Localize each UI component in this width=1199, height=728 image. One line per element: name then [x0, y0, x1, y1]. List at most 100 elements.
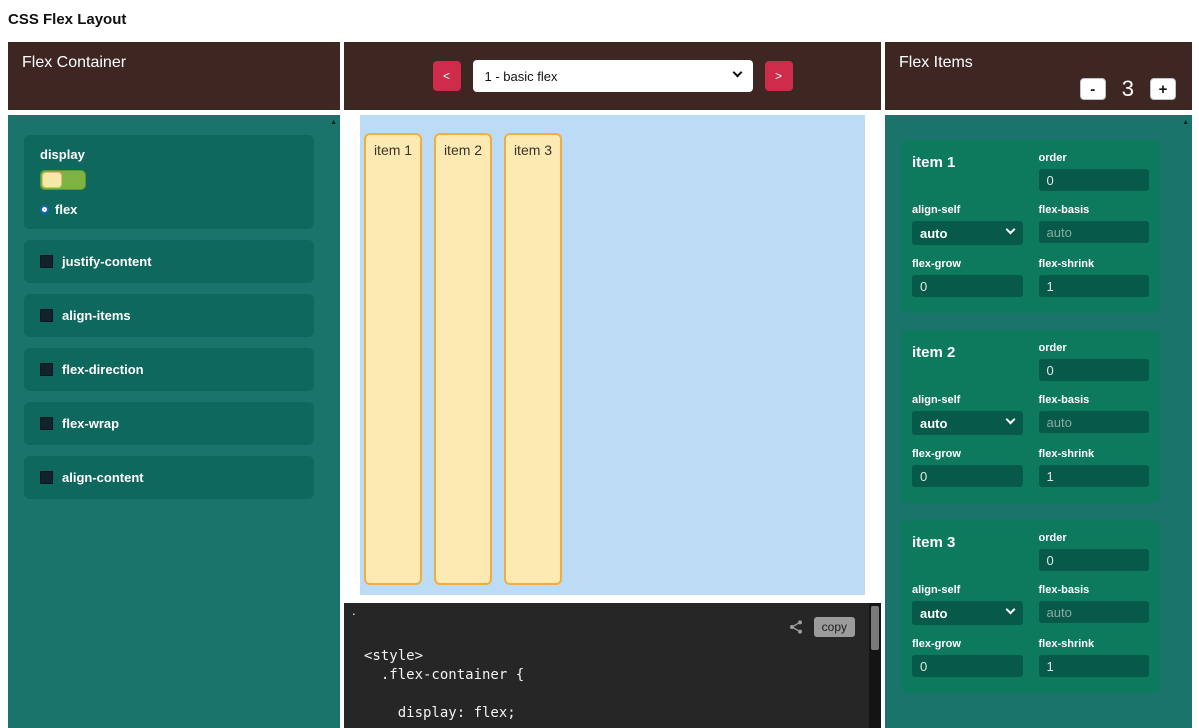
align-self-select[interactable]: auto	[912, 221, 1023, 245]
preview-item-3: item 3	[504, 133, 562, 585]
code-line: <style>	[364, 647, 881, 666]
main-columns: Flex Container ▲ display flex justify-co…	[0, 42, 1199, 728]
share-icon[interactable]	[788, 619, 804, 635]
flex-radio[interactable]	[40, 205, 49, 214]
flex-basis-input[interactable]	[1039, 221, 1150, 243]
flex-container-panel: Flex Container ▲ display flex justify-co…	[8, 42, 340, 728]
align-content-label: align-content	[62, 470, 144, 485]
flex-basis-field: flex-basis	[1039, 394, 1150, 435]
flex-grow-label: flex-grow	[912, 448, 1023, 460]
flex-grow-input[interactable]	[912, 275, 1023, 297]
flex-shrink-input[interactable]	[1039, 275, 1150, 297]
example-select[interactable]: 1 - basic flex	[473, 60, 753, 92]
order-label: order	[1039, 152, 1150, 164]
flex-wrap-checkbox[interactable]	[40, 417, 53, 430]
flex-direction-row[interactable]: flex-direction	[40, 360, 298, 379]
scroll-up-icon[interactable]: ▲	[1182, 119, 1189, 126]
next-example-button[interactable]: >	[765, 61, 793, 91]
toggle-knob-icon	[42, 172, 62, 188]
align-self-select[interactable]: auto	[912, 601, 1023, 625]
flex-shrink-input[interactable]	[1039, 655, 1150, 677]
item-card-3: item 3 order align-self auto flex-basis	[900, 520, 1161, 693]
order-input[interactable]	[1039, 169, 1150, 191]
align-self-value: auto	[920, 606, 947, 621]
align-self-value: auto	[920, 226, 947, 241]
flex-basis-input[interactable]	[1039, 411, 1150, 433]
display-toggle[interactable]	[40, 170, 86, 190]
align-items-row[interactable]: align-items	[40, 306, 298, 325]
flex-wrap-label: flex-wrap	[62, 416, 119, 431]
example-select-value: 1 - basic flex	[485, 69, 558, 84]
scrollbar-thumb[interactable]	[871, 606, 879, 650]
item-count-controls: - 3 +	[1080, 76, 1176, 102]
copy-button[interactable]: copy	[814, 617, 855, 637]
align-items-group: align-items	[24, 294, 314, 337]
align-self-label: align-self	[912, 394, 1023, 406]
flex-radio-row[interactable]: flex	[40, 202, 298, 217]
flex-grow-field: flex-grow	[912, 638, 1023, 677]
flex-basis-input[interactable]	[1039, 601, 1150, 623]
page-title: CSS Flex Layout	[0, 0, 1199, 42]
add-item-button[interactable]: +	[1150, 78, 1176, 100]
flex-basis-label: flex-basis	[1039, 584, 1150, 596]
flex-shrink-field: flex-shrink	[1039, 448, 1150, 487]
flex-shrink-label: flex-shrink	[1039, 448, 1150, 460]
flex-preview-container: item 1 item 2 item 3	[360, 115, 865, 595]
code-line: .flex-container {	[364, 666, 881, 685]
flex-radio-label: flex	[55, 202, 77, 217]
prev-example-button[interactable]: <	[433, 61, 461, 91]
align-self-field: align-self auto	[912, 204, 1023, 245]
align-content-checkbox[interactable]	[40, 471, 53, 484]
flex-shrink-field: flex-shrink	[1039, 638, 1150, 677]
flex-shrink-label: flex-shrink	[1039, 258, 1150, 270]
code-tools: copy	[788, 617, 855, 637]
chevron-down-icon	[1005, 225, 1015, 235]
flex-direction-checkbox[interactable]	[40, 363, 53, 376]
code-scrollbar[interactable]	[869, 603, 881, 728]
flex-grow-input[interactable]	[912, 465, 1023, 487]
flex-items-panel: Flex Items - 3 + ▲ item 1 order align-se…	[885, 42, 1192, 728]
code-line: display: flex;	[364, 704, 881, 723]
flex-grow-label: flex-grow	[912, 638, 1023, 650]
flex-basis-label: flex-basis	[1039, 394, 1150, 406]
flex-shrink-label: flex-shrink	[1039, 638, 1150, 650]
flex-wrap-row[interactable]: flex-wrap	[40, 414, 298, 433]
align-self-label: align-self	[912, 584, 1023, 596]
justify-content-label: justify-content	[62, 254, 152, 269]
flex-shrink-input[interactable]	[1039, 465, 1150, 487]
preview-item-1: item 1	[364, 133, 422, 585]
flex-grow-label: flex-grow	[912, 258, 1023, 270]
flex-direction-group: flex-direction	[24, 348, 314, 391]
align-self-field: align-self auto	[912, 584, 1023, 625]
flex-grow-field: flex-grow	[912, 258, 1023, 297]
order-label: order	[1039, 342, 1150, 354]
order-label: order	[1039, 532, 1150, 544]
flex-grow-input[interactable]	[912, 655, 1023, 677]
align-content-group: align-content	[24, 456, 314, 499]
align-self-label: align-self	[912, 204, 1023, 216]
preview-header: < 1 - basic flex >	[344, 42, 881, 110]
order-input[interactable]	[1039, 359, 1150, 381]
chevron-down-icon	[1005, 415, 1015, 425]
flex-items-header: Flex Items - 3 +	[885, 42, 1192, 110]
align-content-row[interactable]: align-content	[40, 468, 298, 487]
flex-items-body: ▲ item 1 order align-self auto	[885, 115, 1192, 728]
flex-shrink-field: flex-shrink	[1039, 258, 1150, 297]
chevron-down-icon	[732, 68, 742, 78]
chevron-down-icon	[1005, 605, 1015, 615]
justify-content-row[interactable]: justify-content	[40, 252, 298, 271]
order-field: order	[1039, 532, 1150, 571]
align-self-value: auto	[920, 416, 947, 431]
remove-item-button[interactable]: -	[1080, 78, 1106, 100]
justify-content-group: justify-content	[24, 240, 314, 283]
code-line	[364, 685, 881, 704]
justify-content-checkbox[interactable]	[40, 255, 53, 268]
preview-column: < 1 - basic flex > item 1 item 2 item 3 …	[344, 42, 881, 728]
flex-container-header: Flex Container	[8, 42, 340, 110]
scroll-up-icon[interactable]: ▲	[330, 119, 337, 126]
align-self-select[interactable]: auto	[912, 411, 1023, 435]
order-input[interactable]	[1039, 549, 1150, 571]
align-items-checkbox[interactable]	[40, 309, 53, 322]
item-card-1: item 1 order align-self auto flex-basis	[900, 140, 1161, 313]
order-field: order	[1039, 342, 1150, 381]
